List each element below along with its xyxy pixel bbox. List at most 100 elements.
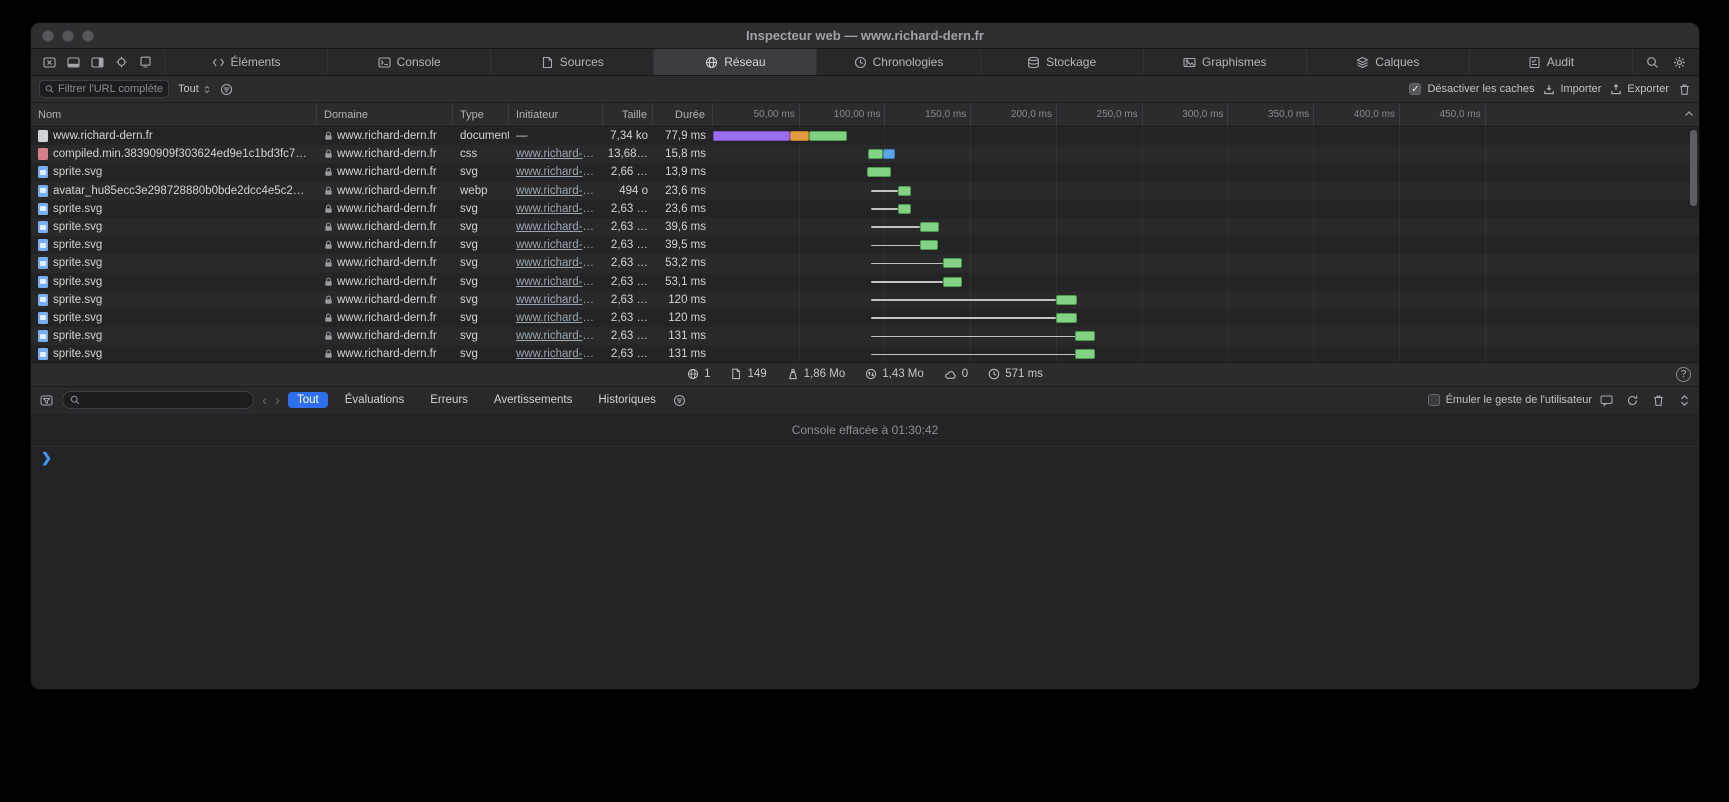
element-picker-icon[interactable] — [115, 56, 128, 68]
lock-icon — [324, 313, 333, 323]
emulate-user-gesture-checkbox[interactable]: ✓ — [1428, 394, 1440, 406]
initiator-link[interactable]: www.richard-d… — [516, 166, 596, 178]
tab-network[interactable]: Réseau — [654, 49, 817, 75]
initiator-link[interactable]: www.richard-d… — [516, 276, 596, 288]
initiator-link[interactable]: www.richard-d… — [516, 312, 596, 324]
clear-network-trash-icon[interactable] — [1678, 83, 1691, 96]
table-row[interactable]: sprite.svgwww.richard-dern.frsvgwww.rich… — [31, 218, 1699, 236]
disable-caches-checkbox[interactable]: ✓ — [1409, 83, 1421, 95]
console-filter-options-icon[interactable] — [673, 394, 686, 407]
column-header-initiator[interactable]: Initiateur — [509, 103, 603, 126]
request-domain: www.richard-dern.fr — [337, 166, 437, 178]
initiator-link[interactable]: www.richard-d… — [516, 294, 596, 306]
table-row[interactable]: sprite.svgwww.richard-dern.frsvgwww.rich… — [31, 236, 1699, 254]
zoom-button[interactable] — [82, 30, 94, 42]
import-button[interactable]: Importer — [1543, 83, 1601, 95]
request-size: 2,66 … — [603, 163, 653, 181]
request-initiator-cell: — — [509, 127, 603, 145]
column-header-size[interactable]: Taille — [603, 103, 653, 126]
console-prompt-row[interactable]: ❯ — [31, 447, 1699, 690]
initiator-link[interactable]: www.richard-d… — [516, 148, 596, 160]
request-type: svg — [453, 291, 509, 309]
console-scope-icon[interactable] — [39, 394, 54, 407]
lock-icon — [324, 277, 333, 287]
img-file-icon — [38, 294, 48, 306]
request-initiator-cell: www.richard-d… — [509, 327, 603, 345]
request-domain: www.richard-dern.fr — [337, 221, 437, 233]
initiator-link[interactable]: www.richard-d… — [516, 239, 596, 251]
console-tab-warnings[interactable]: Avertissements — [485, 392, 581, 408]
request-initiator-cell: www.richard-d… — [509, 163, 603, 181]
filter-options-icon[interactable] — [220, 83, 233, 96]
minimize-button[interactable] — [62, 30, 74, 42]
clear-console-trash-icon[interactable] — [1652, 394, 1665, 407]
help-button[interactable]: ? — [1676, 367, 1691, 382]
dock-bottom-icon[interactable] — [67, 57, 80, 68]
tab-label: Calques — [1375, 55, 1419, 69]
table-row[interactable]: sprite.svgwww.richard-dern.frsvgwww.rich… — [31, 163, 1699, 181]
resource-type-dropdown[interactable]: Tout — [178, 83, 211, 95]
console-tab-logs[interactable]: Historiques — [589, 392, 665, 408]
table-row[interactable]: sprite.svgwww.richard-dern.frsvgwww.rich… — [31, 309, 1699, 327]
table-row[interactable]: sprite.svgwww.richard-dern.frsvgwww.rich… — [31, 291, 1699, 309]
url-filter-input[interactable]: Filtrer l'URL complète — [39, 80, 169, 98]
column-header-duration[interactable]: Durée — [653, 103, 713, 126]
summary-cached: 0 — [944, 368, 968, 380]
request-initiator-cell: www.richard-d… — [509, 345, 603, 361]
disable-caches-control[interactable]: ✓ Désactiver les caches — [1409, 83, 1534, 95]
timeline-tick — [884, 103, 885, 126]
timeline-tick-label: 400,0 ms — [1317, 109, 1395, 120]
table-row[interactable]: sprite.svgwww.richard-dern.frsvgwww.rich… — [31, 327, 1699, 345]
table-row[interactable]: sprite.svgwww.richard-dern.frsvgwww.rich… — [31, 273, 1699, 291]
tab-graphics[interactable]: Graphismes — [1144, 49, 1307, 75]
search-icon[interactable] — [1646, 56, 1659, 69]
waterfall-segment-blue — [883, 149, 896, 159]
tab-label: Stockage — [1046, 55, 1096, 69]
console-messages-icon[interactable] — [1600, 394, 1613, 407]
initiator-link[interactable]: www.richard-d… — [516, 348, 596, 360]
table-row[interactable]: sprite.svgwww.richard-dern.frsvgwww.rich… — [31, 200, 1699, 218]
lock-icon — [324, 149, 333, 159]
request-domain: www.richard-dern.fr — [337, 257, 437, 269]
img-file-icon — [38, 221, 48, 233]
device-icon[interactable] — [139, 56, 152, 68]
vertical-scrollbar[interactable] — [1690, 130, 1697, 206]
search-previous-icon[interactable]: ‹ — [262, 393, 267, 408]
console-tab-evaluations[interactable]: Évaluations — [336, 392, 413, 408]
tab-console[interactable]: Console — [328, 49, 491, 75]
dock-side-icon[interactable] — [91, 57, 104, 68]
column-header-type[interactable]: Type — [453, 103, 509, 126]
search-next-icon[interactable]: › — [275, 393, 280, 408]
initiator-link[interactable]: www.richard-d… — [516, 203, 596, 215]
close-button[interactable] — [42, 30, 54, 42]
expand-collapse-console-icon[interactable] — [1678, 394, 1691, 407]
initiator-link[interactable]: www.richard-d… — [516, 257, 596, 269]
table-row[interactable]: sprite.svgwww.richard-dern.frsvgwww.rich… — [31, 254, 1699, 272]
console-search-input[interactable] — [62, 391, 254, 409]
tab-label: Graphismes — [1202, 55, 1267, 69]
export-button[interactable]: Exporter — [1610, 83, 1669, 95]
table-row[interactable]: sprite.svgwww.richard-dern.frsvgwww.rich… — [31, 345, 1699, 361]
settings-gear-icon[interactable] — [1673, 56, 1686, 69]
console-tab-all[interactable]: Tout — [288, 392, 328, 408]
tab-sources[interactable]: Sources — [491, 49, 654, 75]
close-inspector-icon[interactable] — [43, 57, 56, 68]
column-header-name[interactable]: Nom — [31, 103, 317, 126]
waterfall-cell — [713, 163, 1699, 181]
tab-elements[interactable]: Éléments — [165, 49, 328, 75]
scroll-top-chevron-icon[interactable] — [1684, 110, 1694, 117]
column-header-domain[interactable]: Domaine — [317, 103, 453, 126]
table-row[interactable]: avatar_hu85ecc3e298728880b0bde2dcc4e5c23… — [31, 182, 1699, 200]
table-row[interactable]: compiled.min.38390909f303624ed9e1c1bd3fc… — [31, 145, 1699, 163]
table-row[interactable]: www.richard-dern.frwww.richard-dern.frdo… — [31, 127, 1699, 145]
reload-icon[interactable] — [1626, 394, 1639, 407]
initiator-link[interactable]: www.richard-d… — [516, 221, 596, 233]
tab-storage[interactable]: Stockage — [981, 49, 1144, 75]
tab-audit[interactable]: Audit — [1470, 49, 1633, 75]
initiator-link[interactable]: www.richard-d… — [516, 185, 596, 197]
initiator-link[interactable]: www.richard-d… — [516, 330, 596, 342]
console-tab-errors[interactable]: Erreurs — [421, 392, 477, 408]
tab-layers[interactable]: Calques — [1307, 49, 1470, 75]
emulate-user-gesture-control[interactable]: ✓ Émuler le geste de l'utilisateur — [1428, 394, 1592, 406]
tab-timelines[interactable]: Chronologies — [817, 49, 980, 75]
